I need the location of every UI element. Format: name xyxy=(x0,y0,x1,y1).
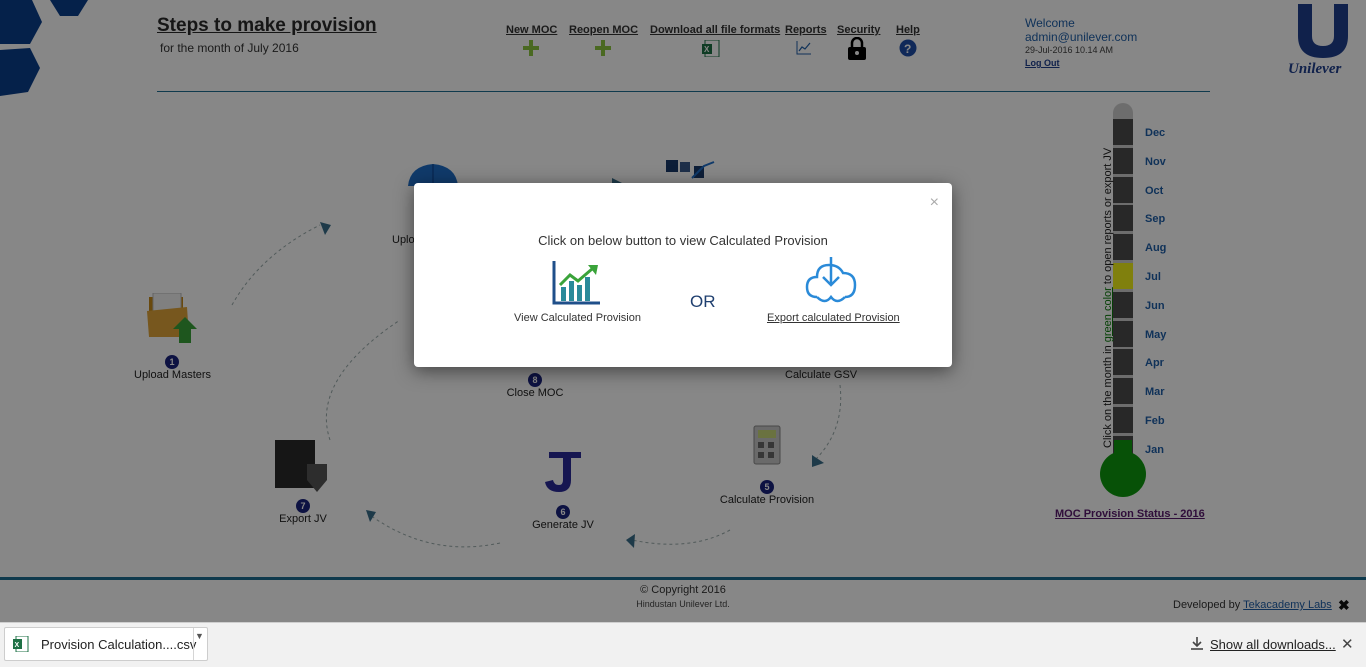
view-provision-button[interactable]: View Calculated Provision xyxy=(514,312,641,324)
modal-close-icon[interactable]: × xyxy=(930,194,939,212)
svg-text:X: X xyxy=(15,642,20,649)
download-icon[interactable] xyxy=(1190,636,1204,650)
download-file-name[interactable]: Provision Calculation....csv xyxy=(41,637,196,652)
export-provision-link[interactable]: Export calculated Provision xyxy=(767,312,900,324)
modal-message: Click on below button to view Calculated… xyxy=(538,233,828,248)
chevron-down-icon[interactable]: ▼ xyxy=(195,631,204,641)
show-all-downloads-link[interactable]: Show all downloads... xyxy=(1210,637,1336,652)
download-item-divider xyxy=(193,628,194,660)
page: Steps to make provision for the month of… xyxy=(0,0,1366,622)
excel-file-icon: X xyxy=(13,636,29,652)
cloud-download-icon[interactable] xyxy=(805,255,857,307)
modal-or: OR xyxy=(690,292,716,311)
view-chart-icon[interactable] xyxy=(552,261,602,305)
provision-modal: × Click on below button to view Calculat… xyxy=(414,183,952,367)
downloads-close-icon[interactable]: ✕ xyxy=(1341,635,1354,653)
